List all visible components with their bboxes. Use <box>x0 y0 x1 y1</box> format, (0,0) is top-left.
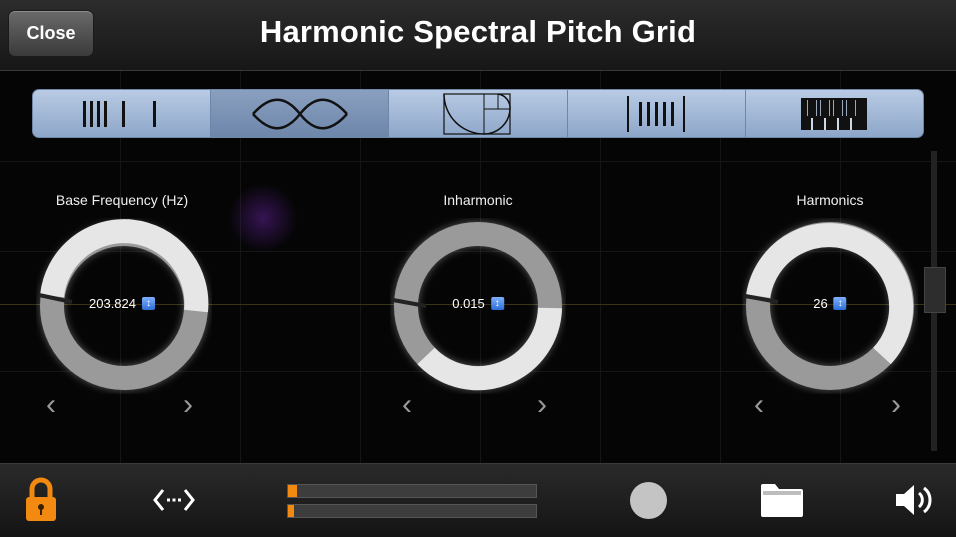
top-bar: Close Harmonic Spectral Pitch Grid <box>0 0 956 71</box>
dense-bars-icon <box>627 95 686 132</box>
mode-piano[interactable] <box>746 90 923 137</box>
chevron-right-icon[interactable]: › <box>891 390 901 420</box>
chevron-right-icon[interactable]: › <box>537 390 547 420</box>
mode-bars[interactable] <box>33 90 212 137</box>
slider-track-bottom[interactable] <box>287 504 537 518</box>
vertical-slider-handle[interactable] <box>924 267 946 313</box>
chevron-right-icon[interactable]: › <box>183 390 193 420</box>
record-button-icon[interactable] <box>630 482 667 519</box>
bottom-toolbar <box>0 463 956 537</box>
golden-spiral-icon <box>443 92 511 135</box>
grid-line <box>0 161 956 162</box>
page-title: Harmonic Spectral Pitch Grid <box>259 14 697 49</box>
inharmonic-value[interactable]: 0.015 ↕ <box>452 296 504 311</box>
chevron-left-icon[interactable]: ‹ <box>46 390 56 420</box>
horizontal-range-icon[interactable] <box>152 486 196 514</box>
pitch-glow <box>228 183 298 253</box>
mode-selector[interactable] <box>32 89 924 138</box>
lock-icon[interactable] <box>24 477 58 523</box>
inharmonic-text: 0.015 <box>452 296 485 311</box>
knob-label-harmonics: Harmonics <box>796 192 864 208</box>
harmonics-text: 26 <box>813 296 828 311</box>
slider-track-top[interactable] <box>287 484 537 498</box>
piano-keys-icon <box>801 97 868 130</box>
knob-label-base-frequency: Base Frequency (Hz) <box>55 192 189 208</box>
stepper-icon[interactable]: ↕ <box>142 297 155 310</box>
wave-icon <box>251 98 348 129</box>
chevron-left-icon[interactable]: ‹ <box>402 390 412 420</box>
chevron-left-icon[interactable]: ‹ <box>754 390 764 420</box>
mode-dense-bars[interactable] <box>568 90 746 137</box>
mode-spiral[interactable] <box>389 90 568 137</box>
base-frequency-value[interactable]: 203.824 ↕ <box>89 296 155 311</box>
speaker-icon[interactable] <box>894 482 938 518</box>
stepper-icon[interactable]: ↕ <box>833 297 847 310</box>
knob-label-inharmonic: Inharmonic <box>443 192 513 208</box>
stepper-icon[interactable]: ↕ <box>490 297 504 310</box>
slider-thumb[interactable] <box>288 505 294 517</box>
mode-wave[interactable] <box>211 90 390 137</box>
folder-icon[interactable] <box>759 481 805 519</box>
bars-pattern-icon <box>82 100 156 127</box>
slider-thumb[interactable] <box>288 485 297 497</box>
harmonics-value[interactable]: 26 ↕ <box>813 296 847 311</box>
base-frequency-text: 203.824 <box>89 296 136 311</box>
